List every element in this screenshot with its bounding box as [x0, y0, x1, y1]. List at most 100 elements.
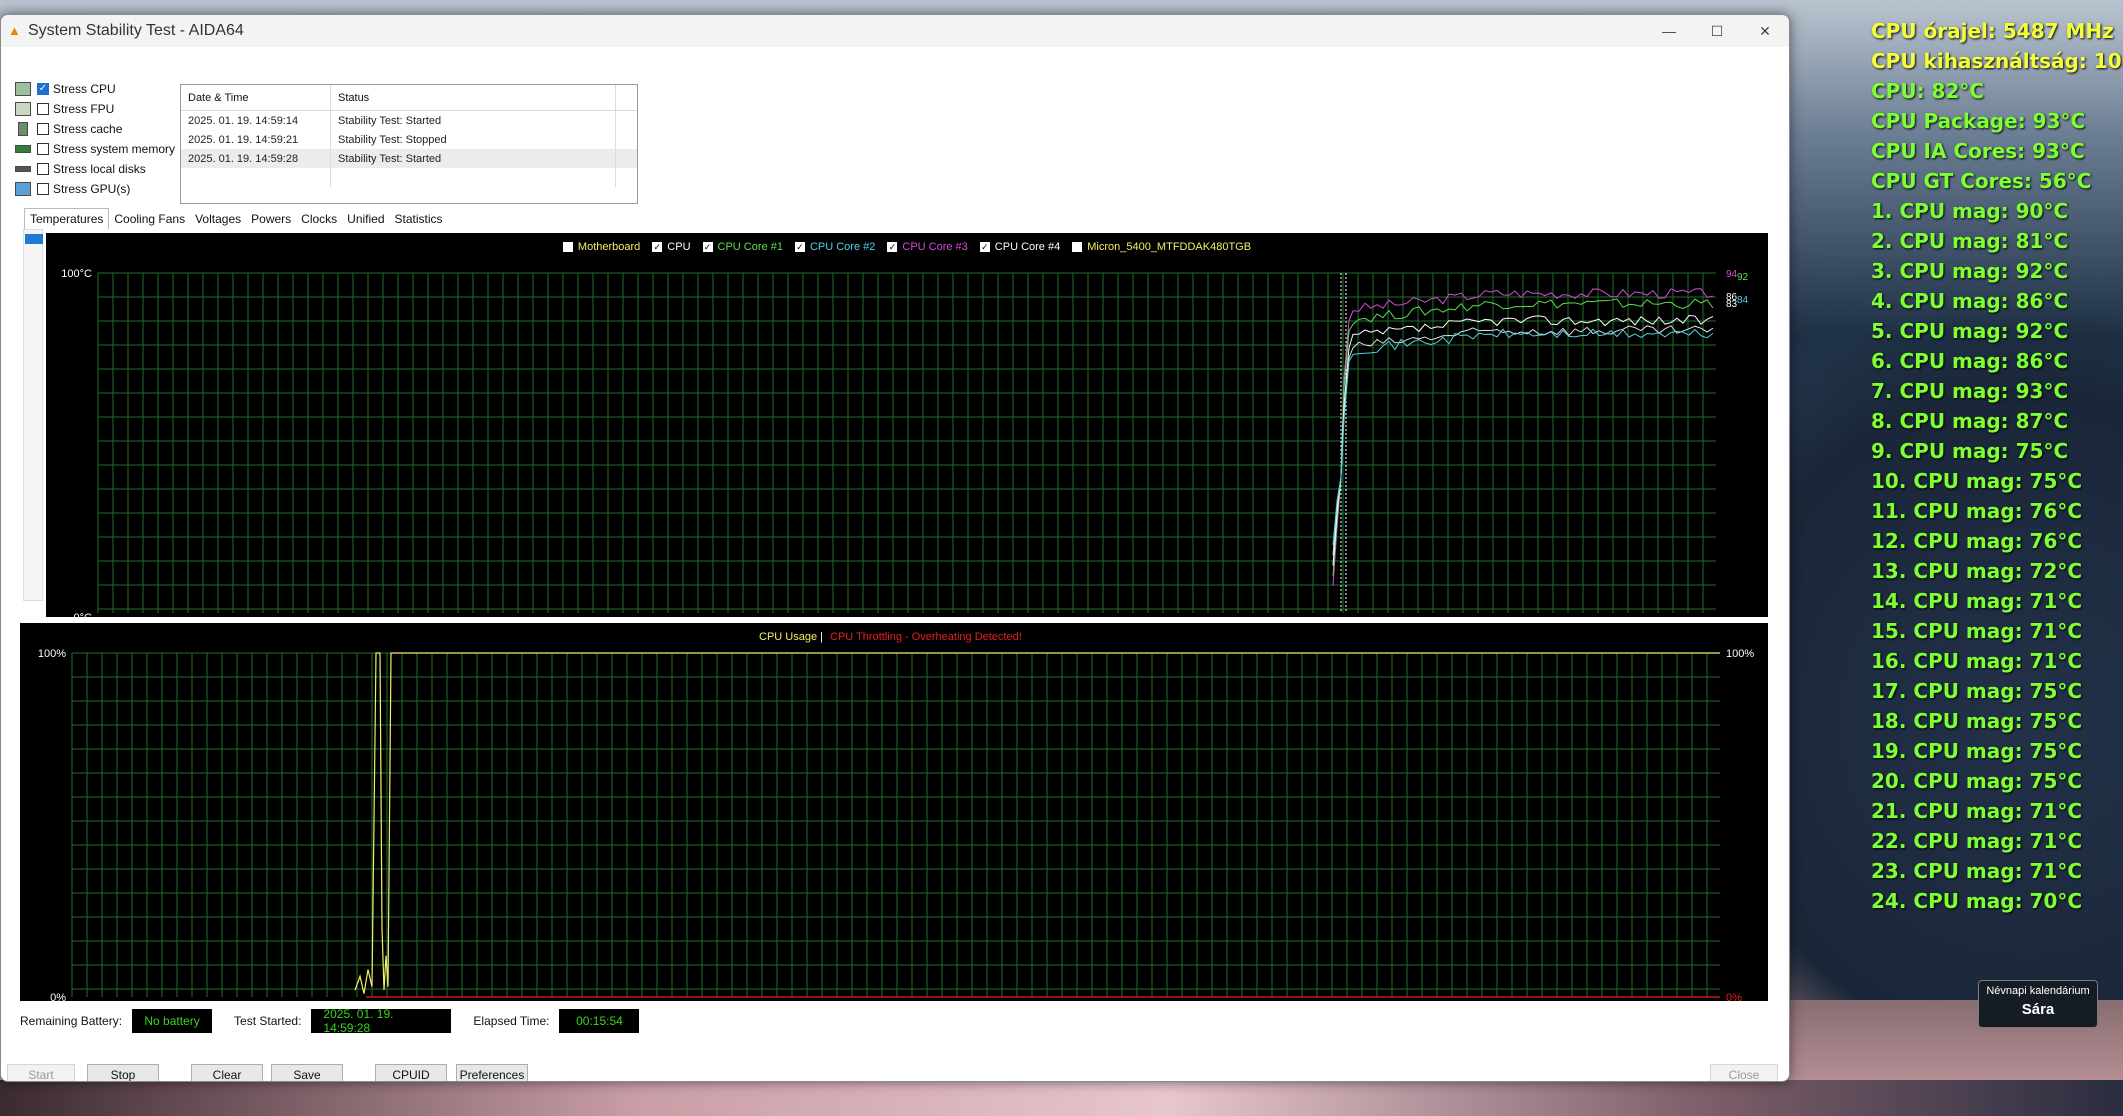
clear-button[interactable]: Clear	[191, 1064, 263, 1081]
overlay-sensor-line: 14. CPU mag: 71°C	[1871, 589, 2083, 613]
y-axis-bottom-right-label: 0%	[1726, 992, 1742, 1001]
log-empty-cell	[331, 168, 616, 187]
legend-item[interactable]: Micron_5400_MTFDDAK480TGB	[1072, 241, 1251, 253]
overlay-sensor-line: CPU Package: 93°C	[1871, 109, 2086, 133]
log-datetime: 2025. 01. 19. 14:59:14	[181, 111, 331, 130]
sensor-overlay: CPU órajel: 5487 MHz CPU kihasználtság: 1…	[1871, 16, 2123, 916]
legend-checkbox[interactable]: ✓	[652, 242, 663, 252]
stability-test-window: ▲ System Stability Test - AIDA64 — ☐ ✕ ✓…	[0, 14, 1790, 1082]
graph-tabs: Temperatures Cooling Fans Voltages Power…	[24, 208, 448, 229]
legend-checkbox[interactable]	[1072, 242, 1083, 252]
test-started-label: Test Started:	[234, 1014, 302, 1028]
memory-icon	[15, 145, 31, 153]
stress-cache-option[interactable]: Stress cache	[15, 119, 175, 139]
overlay-sensor-line: CPU órajel: 5487 MHz	[1871, 19, 2114, 43]
maximize-button[interactable]: ☐	[1693, 15, 1741, 47]
overlay-sensor-line: 2. CPU mag: 81°C	[1871, 229, 2069, 253]
stress-fpu-label: Stress FPU	[53, 102, 115, 116]
stress-cache-label: Stress cache	[53, 122, 123, 136]
selected-sensor-marker	[25, 234, 43, 244]
stress-cpu-checkbox[interactable]: ✓	[37, 83, 49, 95]
tab-voltages[interactable]: Voltages	[190, 210, 246, 229]
legend-checkbox[interactable]: ✓	[979, 242, 990, 252]
series-end-value: 84	[1737, 295, 1749, 306]
stress-gpu-option[interactable]: Stress GPU(s)	[15, 179, 175, 199]
legend-item[interactable]: ✓ CPU	[652, 241, 691, 253]
stress-memory-checkbox[interactable]	[37, 143, 49, 155]
title-bar[interactable]: ▲ System Stability Test - AIDA64 — ☐ ✕	[1, 15, 1789, 47]
close-button[interactable]: Close	[1710, 1064, 1778, 1081]
overlay-sensor-line: 22. CPU mag: 71°C	[1871, 829, 2083, 853]
event-log-table[interactable]: Date & Time Status 2025. 01. 19. 14:59:1…	[180, 84, 638, 204]
stop-button[interactable]: Stop	[87, 1064, 159, 1081]
stress-disks-checkbox[interactable]	[37, 163, 49, 175]
legend-item[interactable]: ✓ CPU Core #3	[887, 241, 968, 253]
stress-fpu-checkbox[interactable]	[37, 103, 49, 115]
sensor-list-strip[interactable]	[23, 229, 43, 601]
stress-gpu-checkbox[interactable]	[37, 183, 49, 195]
cpuid-button[interactable]: CPUID	[375, 1064, 447, 1081]
table-row[interactable]: 2025. 01. 19. 14:59:14 Stability Test: S…	[181, 111, 637, 130]
overlay-sensor-line: CPU kihasználtság: 100%	[1871, 49, 2123, 73]
legend-checkbox[interactable]	[562, 242, 573, 252]
temperature-chart: 100°C0°C14:59:1414:59:209492868483 Mothe…	[46, 233, 1768, 617]
tab-statistics[interactable]: Statistics	[390, 210, 448, 229]
overlay-sensor-line: 12. CPU mag: 76°C	[1871, 529, 2083, 553]
fpu-icon	[15, 102, 31, 116]
overlay-sensor-line: 5. CPU mag: 92°C	[1871, 319, 2069, 343]
overlay-sensor-line: CPU: 82°C	[1871, 79, 1985, 103]
window-title: System Stability Test - AIDA64	[28, 22, 244, 39]
cache-icon	[18, 122, 28, 136]
legend-checkbox[interactable]: ✓	[702, 242, 713, 252]
overlay-sensor-line: 8. CPU mag: 87°C	[1871, 409, 2069, 433]
stress-disks-option[interactable]: Stress local disks	[15, 159, 175, 179]
save-button[interactable]: Save	[271, 1064, 343, 1081]
tab-clocks[interactable]: Clocks	[296, 210, 342, 229]
legend-item[interactable]: ✓ CPU Core #1	[702, 241, 783, 253]
overlay-sensor-line: 1. CPU mag: 90°C	[1871, 199, 2069, 223]
start-button[interactable]: Start	[7, 1064, 75, 1081]
usage-chart-separator: |	[820, 631, 823, 643]
preferences-button[interactable]: Preferences	[456, 1064, 528, 1081]
tab-temperatures[interactable]: Temperatures	[24, 208, 110, 229]
stress-disks-label: Stress local disks	[53, 162, 146, 176]
overlay-sensor-line: 4. CPU mag: 86°C	[1871, 289, 2069, 313]
table-row-empty	[181, 168, 637, 187]
tab-cooling-fans[interactable]: Cooling Fans	[109, 210, 190, 229]
button-bar: Start Stop Clear Save CPUID Preferences …	[1, 1064, 1789, 1081]
legend-item[interactable]: ✓ CPU Core #2	[794, 241, 875, 253]
legend-checkbox[interactable]: ✓	[887, 242, 898, 252]
status-bar: Remaining Battery: No battery Test Start…	[20, 1007, 661, 1035]
minimize-button[interactable]: —	[1645, 15, 1693, 47]
series-end-value: 92	[1737, 272, 1749, 283]
overlay-sensor-line: 9. CPU mag: 75°C	[1871, 439, 2069, 463]
legend-label: Motherboard	[577, 241, 641, 253]
legend-label: CPU Core #4	[994, 241, 1061, 253]
overlay-sensor-line: 11. CPU mag: 76°C	[1871, 499, 2083, 523]
legend-label: Micron_5400_MTFDDAK480TGB	[1087, 241, 1252, 253]
y-axis-bottom-label: 0%	[50, 992, 66, 1001]
legend-item[interactable]: ✓ CPU Core #4	[979, 241, 1061, 253]
tab-powers[interactable]: Powers	[246, 210, 296, 229]
table-row[interactable]: 2025. 01. 19. 14:59:21 Stability Test: S…	[181, 130, 637, 149]
overlay-sensor-line: 10. CPU mag: 75°C	[1871, 469, 2083, 493]
overlay-sensor-line: 15. CPU mag: 71°C	[1871, 619, 2083, 643]
stress-memory-option[interactable]: Stress system memory	[15, 139, 175, 159]
gpu-icon	[15, 182, 31, 196]
log-header-status[interactable]: Status	[331, 85, 616, 110]
tab-unified[interactable]: Unified	[342, 210, 389, 229]
overlay-sensor-line: 17. CPU mag: 75°C	[1871, 679, 2083, 703]
overlay-sensor-line: 6. CPU mag: 86°C	[1871, 349, 2069, 373]
stress-fpu-option[interactable]: Stress FPU	[15, 99, 175, 119]
legend-checkbox[interactable]: ✓	[794, 242, 805, 252]
throttling-warning: CPU Throttling - Overheating Detected!	[830, 631, 1022, 643]
stress-cache-checkbox[interactable]	[37, 123, 49, 135]
name-day-calendar-widget[interactable]: Névnapi kalendárium Sára	[1978, 980, 2098, 1028]
table-row[interactable]: 2025. 01. 19. 14:59:28 Stability Test: S…	[181, 149, 637, 168]
overlay-sensor-line: 16. CPU mag: 71°C	[1871, 649, 2083, 673]
log-header-datetime[interactable]: Date & Time	[181, 85, 331, 110]
close-window-button[interactable]: ✕	[1741, 15, 1789, 47]
log-status: Stability Test: Stopped	[331, 130, 616, 149]
stress-cpu-option[interactable]: ✓ Stress CPU	[15, 79, 175, 99]
legend-item[interactable]: Motherboard	[562, 241, 641, 253]
